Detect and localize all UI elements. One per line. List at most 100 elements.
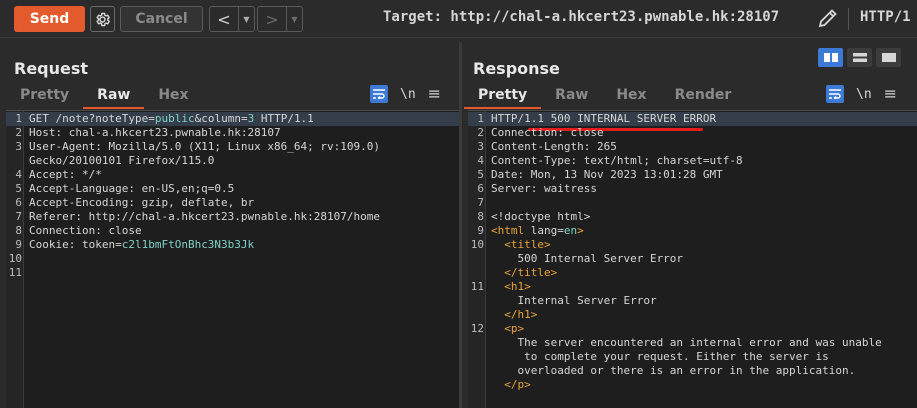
editor-menu-button[interactable]: ≡ bbox=[428, 86, 441, 102]
line-number: 5 bbox=[15, 182, 22, 195]
code-line: 8 Connection: close bbox=[6, 224, 459, 238]
response-title: Response bbox=[473, 59, 560, 78]
code-line: to complete your request. Either the ser… bbox=[468, 350, 917, 364]
line-content: Accept-Language: en-US,en;q=0.5 bbox=[29, 182, 234, 196]
code-line: 10 bbox=[6, 252, 459, 266]
send-button[interactable]: Send bbox=[14, 6, 85, 32]
tab-hex[interactable]: Hex bbox=[602, 84, 660, 108]
request-tabs: Pretty Raw Hex bbox=[6, 84, 203, 109]
line-content: </p> bbox=[491, 378, 531, 392]
code-line: 9 <html lang=en> bbox=[468, 224, 917, 238]
line-content: Gecko/20100101 Firefox/115.0 bbox=[29, 154, 214, 168]
token: Server: waitress bbox=[491, 182, 597, 195]
token: Content-Length: 265 bbox=[491, 140, 617, 153]
back-button[interactable]: < bbox=[210, 7, 238, 31]
code-line: 8 <!doctype html> bbox=[468, 210, 917, 224]
code-line: </h1> bbox=[468, 308, 917, 322]
code-line: 12 <p> bbox=[468, 322, 917, 336]
code-line: The server encountered an internal error… bbox=[468, 336, 917, 350]
line-number: 7 bbox=[15, 210, 22, 223]
line-content: overloaded or there is an error in the a… bbox=[491, 364, 855, 378]
code-line: 7 Referer: http://chal-a.hkcert23.pwnable… bbox=[6, 210, 459, 224]
line-number: 8 bbox=[477, 210, 484, 223]
cancel-button[interactable]: Cancel bbox=[120, 6, 203, 32]
code-line: 7 bbox=[468, 196, 917, 210]
wrap-icon bbox=[829, 89, 841, 99]
code-line: 4 Content-Type: text/html; charset=utf-8 bbox=[468, 154, 917, 168]
toolbar: Send Cancel < ▼ > ▼ Target: http://chal-… bbox=[0, 0, 917, 38]
wrap-lines-button[interactable] bbox=[826, 85, 844, 103]
line-content: Date: Mon, 13 Nov 2023 13:01:28 GMT bbox=[491, 168, 723, 182]
token: The server encountered an internal error… bbox=[491, 336, 882, 349]
token: en bbox=[563, 224, 578, 237]
request-pane: Request Pretty Raw Hex \n ≡ 1 GET /note?not… bbox=[0, 42, 459, 408]
line-number: 5 bbox=[477, 168, 484, 181]
history-forward-group: > ▼ bbox=[257, 6, 303, 32]
forward-button[interactable]: > bbox=[258, 7, 286, 31]
line-number: 3 bbox=[15, 140, 22, 153]
line-content: Connection: close bbox=[29, 224, 142, 238]
request-editor[interactable]: 1 GET /note?noteType=public&column=3 HTTP… bbox=[6, 110, 459, 408]
token: public bbox=[154, 112, 195, 125]
token: <!doctype html> bbox=[491, 210, 591, 223]
forward-dropdown[interactable]: ▼ bbox=[286, 7, 302, 31]
line-number: 4 bbox=[15, 168, 22, 181]
code-line: 2 Connection: close bbox=[468, 126, 917, 140]
tab-raw[interactable]: Raw bbox=[83, 84, 145, 109]
token: </title> bbox=[504, 266, 558, 279]
line-number: 6 bbox=[15, 196, 22, 209]
show-newlines-button[interactable]: \n bbox=[400, 87, 416, 102]
line-content: to complete your request. Either the ser… bbox=[491, 350, 829, 364]
editor-menu-button[interactable]: ≡ bbox=[884, 86, 897, 102]
token: HTTP/1.1 bbox=[254, 112, 314, 125]
response-editor[interactable]: 1 HTTP/1.1 500 INTERNAL SERVER ERROR 2 Conn… bbox=[468, 110, 917, 408]
hamburger-icon: ≡ bbox=[427, 84, 442, 103]
code-line: 1 HTTP/1.1 500 INTERNAL SERVER ERROR bbox=[468, 112, 917, 126]
line-content: GET /note?noteType=public&column=3 HTTP/… bbox=[29, 112, 314, 126]
back-dropdown[interactable]: ▼ bbox=[238, 7, 254, 31]
tab-pretty[interactable]: Pretty bbox=[6, 84, 83, 108]
token: > bbox=[577, 224, 584, 237]
wrap-lines-button[interactable] bbox=[370, 85, 388, 103]
history-back-group: < ▼ bbox=[209, 6, 255, 32]
token: <title> bbox=[504, 238, 551, 251]
protocol-selector[interactable]: HTTP/1 bbox=[860, 9, 911, 25]
token: c2l1bmFtOnBhc3N3b3Jk bbox=[121, 238, 255, 251]
code-line: 3 Content-Length: 265 bbox=[468, 140, 917, 154]
line-number: 7 bbox=[477, 196, 484, 209]
show-newlines-button[interactable]: \n bbox=[856, 87, 872, 102]
target-url: Target: http://chal-a.hkcert23.pwnable.h… bbox=[383, 9, 780, 25]
wrap-icon bbox=[373, 89, 385, 99]
token: overloaded or there is an error in the a… bbox=[491, 364, 856, 377]
token: 500 Internal Server Error bbox=[491, 252, 684, 265]
tab-raw[interactable]: Raw bbox=[541, 84, 602, 108]
token: Date: Mon, 13 Nov 2023 13:01:28 GMT bbox=[491, 168, 723, 181]
tab-hex[interactable]: Hex bbox=[144, 84, 202, 108]
code-line: 5 Date: Mon, 13 Nov 2023 13:01:28 GMT bbox=[468, 168, 917, 182]
token: Connection: close bbox=[491, 126, 604, 139]
hamburger-icon: ≡ bbox=[883, 84, 898, 103]
response-editor-tools: \n ≡ bbox=[826, 85, 897, 103]
token: HTTP/1.1 500 INTERNAL SERVER ERROR bbox=[491, 112, 717, 125]
settings-button[interactable] bbox=[90, 6, 115, 32]
tab-pretty[interactable]: Pretty bbox=[464, 84, 542, 109]
code-line: 11 <h1> bbox=[468, 280, 917, 294]
token: &column= bbox=[194, 112, 248, 125]
code-line: 5 Accept-Language: en-US,en;q=0.5 bbox=[6, 182, 459, 196]
token: Gecko/20100101 Firefox/115.0 bbox=[29, 154, 215, 167]
line-number: 11 bbox=[470, 280, 484, 293]
line-content: Cookie: token=c2l1bmFtOnBhc3N3b3Jk bbox=[29, 238, 254, 252]
line-content: Server: waitress bbox=[491, 182, 597, 196]
token: Referer: http://chal-a.hkcert23.pwnable.… bbox=[29, 210, 380, 223]
line-content: User-Agent: Mozilla/5.0 (X11; Linux x86_… bbox=[29, 140, 380, 154]
line-number: 8 bbox=[15, 224, 22, 237]
code-line: 3 User-Agent: Mozilla/5.0 (X11; Linux x86… bbox=[6, 140, 459, 154]
tab-render[interactable]: Render bbox=[661, 84, 746, 108]
line-content: Internal Server Error bbox=[491, 294, 656, 308]
token: Content-Type: text/html; charset=utf-8 bbox=[491, 154, 743, 167]
edit-target-button[interactable] bbox=[816, 6, 840, 30]
